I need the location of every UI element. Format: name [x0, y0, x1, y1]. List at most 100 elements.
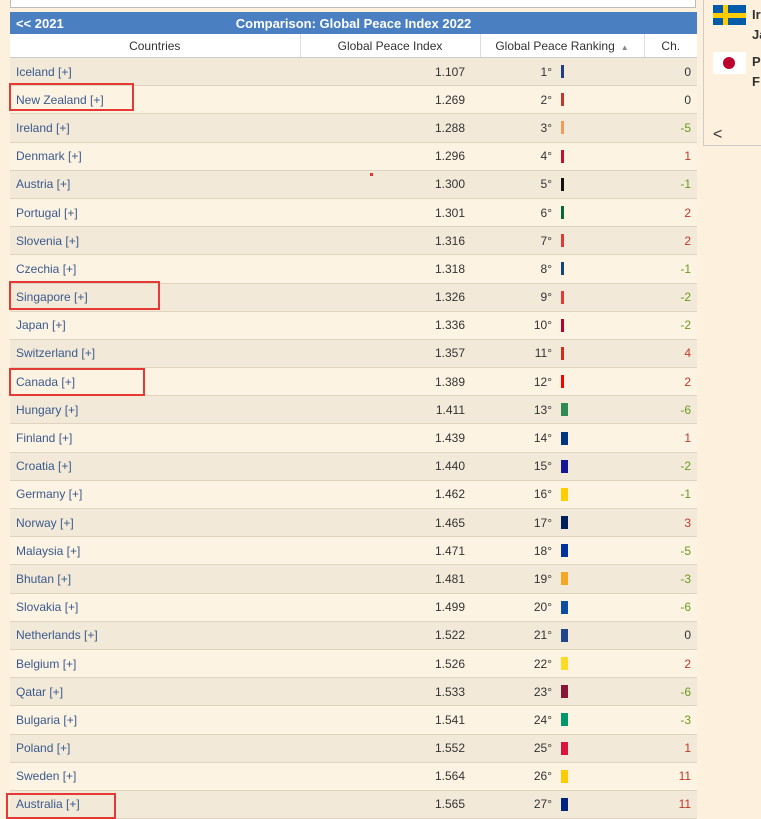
- country-link[interactable]: Germany [+]: [10, 480, 300, 510]
- rank-value: 7°: [540, 233, 552, 248]
- table-row: Germany [+] 1.462 16° -1: [10, 480, 698, 510]
- change-value: 1: [644, 423, 698, 453]
- country-link[interactable]: Netherlands [+]: [10, 621, 300, 650]
- country-link[interactable]: Bhutan [+]: [10, 564, 300, 594]
- rank-cell: 7°: [480, 226, 644, 256]
- country-link[interactable]: Finland [+]: [10, 423, 300, 453]
- flag-color-bar: [561, 657, 568, 671]
- flag-color-bar: [561, 797, 568, 811]
- table-row: Iceland [+] 1.107 1° 0: [10, 57, 698, 87]
- rank-cell: 10°: [480, 311, 644, 340]
- rank-value: 12°: [533, 374, 552, 389]
- rank-value: 3°: [540, 120, 552, 135]
- country-link[interactable]: Slovenia [+]: [10, 226, 300, 256]
- flag-color-bar: [561, 459, 568, 473]
- rank-value: 20°: [533, 600, 552, 615]
- gpi-value: 1.336: [300, 311, 480, 340]
- table-row: Australia [+] 1.565 27° 11: [10, 790, 698, 819]
- rank-value: 14°: [533, 431, 552, 446]
- rank-cell: 27°: [480, 790, 644, 819]
- table-row: Austria [+] 1.300 5° -1: [10, 170, 698, 199]
- flag-color-bar: [561, 628, 568, 642]
- gpi-value: 1.462: [300, 480, 480, 510]
- column-header-gpi[interactable]: Global Peace Index: [300, 34, 481, 58]
- country-link[interactable]: Slovakia [+]: [10, 593, 300, 622]
- side-item-sweden[interactable]: Ir Ja: [713, 5, 761, 45]
- change-value: 2: [644, 226, 698, 256]
- country-link[interactable]: Qatar [+]: [10, 677, 300, 707]
- change-value: 0: [644, 621, 698, 650]
- country-link[interactable]: Austria [+]: [10, 170, 300, 199]
- rank-value: 6°: [540, 205, 552, 220]
- rank-value: 4°: [540, 149, 552, 164]
- country-link[interactable]: Singapore [+]: [10, 283, 300, 312]
- country-link[interactable]: Norway [+]: [10, 508, 300, 538]
- table-row: Czechia [+] 1.318 8° -1: [10, 254, 698, 284]
- gpi-value: 1.533: [300, 677, 480, 707]
- side-item-japan[interactable]: P F: [713, 52, 761, 92]
- country-link[interactable]: Hungary [+]: [10, 395, 300, 425]
- chevron-left-icon[interactable]: <: [713, 126, 722, 144]
- rank-value: 8°: [540, 261, 552, 276]
- gpi-value: 1.481: [300, 564, 480, 594]
- change-value: 1: [644, 142, 698, 171]
- rank-cell: 4°: [480, 142, 644, 171]
- flag-color-bar: [561, 346, 564, 360]
- change-value: -2: [644, 452, 698, 481]
- country-link[interactable]: Portugal [+]: [10, 198, 300, 228]
- country-link[interactable]: Australia [+]: [10, 790, 300, 819]
- flag-color-bar: [561, 93, 564, 107]
- country-link[interactable]: Ireland [+]: [10, 113, 300, 143]
- top-scroll-bar: [10, 0, 696, 8]
- flag-color-bar: [561, 431, 568, 445]
- rank-value: 15°: [533, 459, 552, 474]
- change-value: -5: [644, 536, 698, 566]
- rank-cell: 23°: [480, 677, 644, 707]
- column-header-change[interactable]: Ch.: [644, 34, 698, 58]
- country-link[interactable]: Canada [+]: [10, 367, 300, 397]
- country-link[interactable]: Iceland [+]: [10, 57, 300, 87]
- rank-value: 22°: [533, 656, 552, 671]
- rank-value: 13°: [533, 402, 552, 417]
- gpi-value: 1.269: [300, 85, 480, 115]
- rank-cell: 21°: [480, 621, 644, 650]
- column-header-ranking[interactable]: Global Peace Ranking ▲: [480, 34, 645, 58]
- rank-cell: 17°: [480, 508, 644, 538]
- rank-cell: 2°: [480, 85, 644, 115]
- table-row: Malaysia [+] 1.471 18° -5: [10, 536, 698, 566]
- table-row: Denmark [+] 1.296 4° 1: [10, 142, 698, 171]
- country-link[interactable]: Switzerland [+]: [10, 339, 300, 369]
- rank-value: 27°: [533, 797, 552, 812]
- rank-value: 10°: [533, 318, 552, 333]
- previous-year-link[interactable]: << 2021: [16, 16, 64, 31]
- rank-value: 1°: [540, 64, 552, 79]
- country-link[interactable]: Poland [+]: [10, 734, 300, 763]
- flag-color-bar: [561, 600, 568, 614]
- flag-color-bar: [561, 65, 564, 79]
- gpi-value: 1.471: [300, 536, 480, 566]
- gpi-value: 1.565: [300, 790, 480, 819]
- flag-color-bar: [561, 290, 564, 304]
- column-header-countries[interactable]: Countries: [10, 34, 301, 58]
- country-link[interactable]: Belgium [+]: [10, 649, 300, 679]
- rank-cell: 11°: [480, 339, 644, 369]
- country-link[interactable]: Denmark [+]: [10, 142, 300, 171]
- rank-cell: 16°: [480, 480, 644, 510]
- country-link[interactable]: Malaysia [+]: [10, 536, 300, 566]
- country-link[interactable]: New Zealand [+]: [10, 85, 300, 115]
- table-row: Canada [+] 1.389 12° 2: [10, 367, 698, 397]
- country-link[interactable]: Japan [+]: [10, 311, 300, 340]
- country-link[interactable]: Bulgaria [+]: [10, 705, 300, 735]
- country-link[interactable]: Croatia [+]: [10, 452, 300, 481]
- change-value: 4: [644, 339, 698, 369]
- country-link[interactable]: Sweden [+]: [10, 762, 300, 791]
- table-row: Singapore [+] 1.326 9° -2: [10, 283, 698, 312]
- country-link[interactable]: Czechia [+]: [10, 254, 300, 284]
- table-row: Finland [+] 1.439 14° 1: [10, 423, 698, 453]
- rank-value: 5°: [540, 177, 552, 192]
- table-row: Poland [+] 1.552 25° 1: [10, 734, 698, 763]
- change-value: 3: [644, 508, 698, 538]
- gpi-value: 1.357: [300, 339, 480, 369]
- rank-value: 2°: [540, 92, 552, 107]
- change-value: -6: [644, 395, 698, 425]
